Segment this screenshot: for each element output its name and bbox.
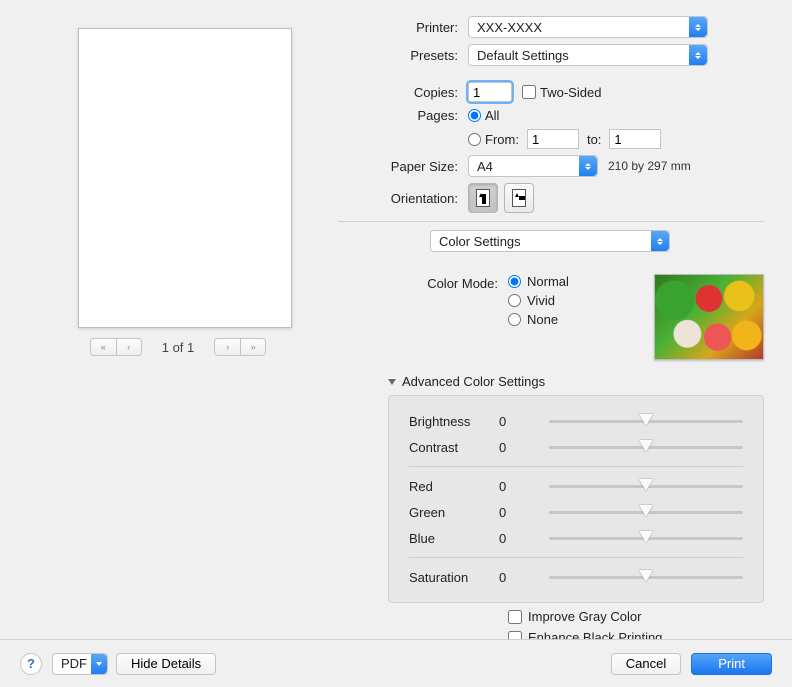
color-mode-vivid-radio[interactable] — [508, 294, 521, 307]
advanced-disclosure[interactable]: Advanced Color Settings — [388, 374, 764, 389]
dialog-footer: ? PDF Hide Details Cancel Print — [0, 639, 792, 687]
paper-size-value: A4 — [477, 159, 493, 174]
hide-details-button[interactable]: Hide Details — [116, 653, 216, 675]
green-label: Green — [409, 505, 499, 520]
saturation-label: Saturation — [409, 570, 499, 585]
color-mode-normal-radio[interactable] — [508, 275, 521, 288]
separator — [338, 221, 764, 222]
brightness-value: 0 — [499, 414, 549, 429]
paper-size-select[interactable]: A4 — [468, 155, 598, 177]
contrast-label: Contrast — [409, 440, 499, 455]
presets-value: Default Settings — [477, 48, 569, 63]
next-page-button[interactable]: › — [214, 338, 240, 356]
color-mode-label: Color Mode: — [338, 276, 508, 291]
pages-from-input[interactable] — [527, 129, 579, 149]
two-sided-label: Two-Sided — [540, 85, 601, 100]
color-preview-image — [654, 274, 764, 360]
last-page-button[interactable]: » — [240, 338, 266, 356]
green-slider[interactable] — [549, 505, 743, 519]
orientation-landscape-button[interactable] — [504, 183, 534, 213]
section-value: Color Settings — [439, 234, 521, 249]
color-mode-vivid-label: Vivid — [527, 293, 555, 308]
pages-all-radio[interactable] — [468, 109, 481, 122]
portrait-icon — [476, 189, 490, 207]
two-sided-checkbox[interactable] — [522, 85, 536, 99]
orientation-label: Orientation: — [338, 191, 468, 206]
paper-size-note: 210 by 297 mm — [608, 159, 691, 173]
section-select[interactable]: Color Settings — [430, 230, 670, 252]
dialog-content: « ‹ 1 of 1 › » Printer: XXX-XXXX P — [0, 0, 792, 645]
printer-value: XXX-XXXX — [477, 20, 542, 35]
presets-select[interactable]: Default Settings — [468, 44, 708, 66]
dropdown-arrow-icon — [651, 231, 669, 251]
dropdown-arrow-icon — [91, 654, 107, 674]
landscape-icon — [512, 189, 526, 207]
page-preview — [78, 28, 292, 328]
pages-to-input[interactable] — [609, 129, 661, 149]
prev-page-button[interactable]: ‹ — [116, 338, 142, 356]
print-button[interactable]: Print — [691, 653, 772, 675]
improve-gray-checkbox[interactable] — [508, 610, 522, 624]
improve-gray-label: Improve Gray Color — [528, 609, 641, 624]
brightness-slider[interactable] — [549, 414, 743, 428]
help-button[interactable]: ? — [20, 653, 42, 675]
dropdown-arrow-icon — [579, 156, 597, 176]
contrast-slider[interactable] — [549, 440, 743, 454]
preview-nav: « ‹ 1 of 1 › » — [28, 338, 328, 356]
brightness-label: Brightness — [409, 414, 499, 429]
pages-label: Pages: — [338, 108, 468, 123]
red-value: 0 — [499, 479, 549, 494]
paper-size-label: Paper Size: — [338, 159, 468, 174]
blue-slider[interactable] — [549, 531, 743, 545]
dropdown-arrow-icon — [689, 45, 707, 65]
settings-column: Printer: XXX-XXXX Presets: Default Setti… — [328, 16, 764, 645]
presets-label: Presets: — [338, 48, 468, 63]
pages-all-label: All — [485, 108, 499, 123]
color-mode-none-label: None — [527, 312, 558, 327]
advanced-panel: Brightness 0 Contrast 0 Red 0 Green — [388, 395, 764, 603]
printer-select[interactable]: XXX-XXXX — [468, 16, 708, 38]
blue-label: Blue — [409, 531, 499, 546]
advanced-label: Advanced Color Settings — [402, 374, 545, 389]
pdf-label: PDF — [61, 656, 87, 671]
green-value: 0 — [499, 505, 549, 520]
pdf-menu[interactable]: PDF — [52, 653, 108, 675]
copies-label: Copies: — [338, 85, 468, 100]
color-mode-normal-label: Normal — [527, 274, 569, 289]
saturation-slider[interactable] — [549, 570, 743, 584]
red-label: Red — [409, 479, 499, 494]
orientation-portrait-button[interactable] — [468, 183, 498, 213]
preview-column: « ‹ 1 of 1 › » — [28, 16, 328, 645]
pages-to-label: to: — [587, 132, 601, 147]
saturation-value: 0 — [499, 570, 549, 585]
red-slider[interactable] — [549, 479, 743, 493]
print-dialog: « ‹ 1 of 1 › » Printer: XXX-XXXX P — [0, 0, 792, 687]
first-page-button[interactable]: « — [90, 338, 116, 356]
copies-input[interactable] — [468, 82, 512, 102]
color-mode-none-radio[interactable] — [508, 313, 521, 326]
contrast-value: 0 — [499, 440, 549, 455]
page-count: 1 of 1 — [162, 340, 195, 355]
pages-from-radio[interactable] — [468, 133, 481, 146]
dropdown-arrow-icon — [689, 17, 707, 37]
printer-label: Printer: — [338, 20, 468, 35]
blue-value: 0 — [499, 531, 549, 546]
cancel-button[interactable]: Cancel — [611, 653, 681, 675]
pages-from-label: From: — [485, 132, 519, 147]
disclosure-triangle-icon — [388, 379, 396, 385]
